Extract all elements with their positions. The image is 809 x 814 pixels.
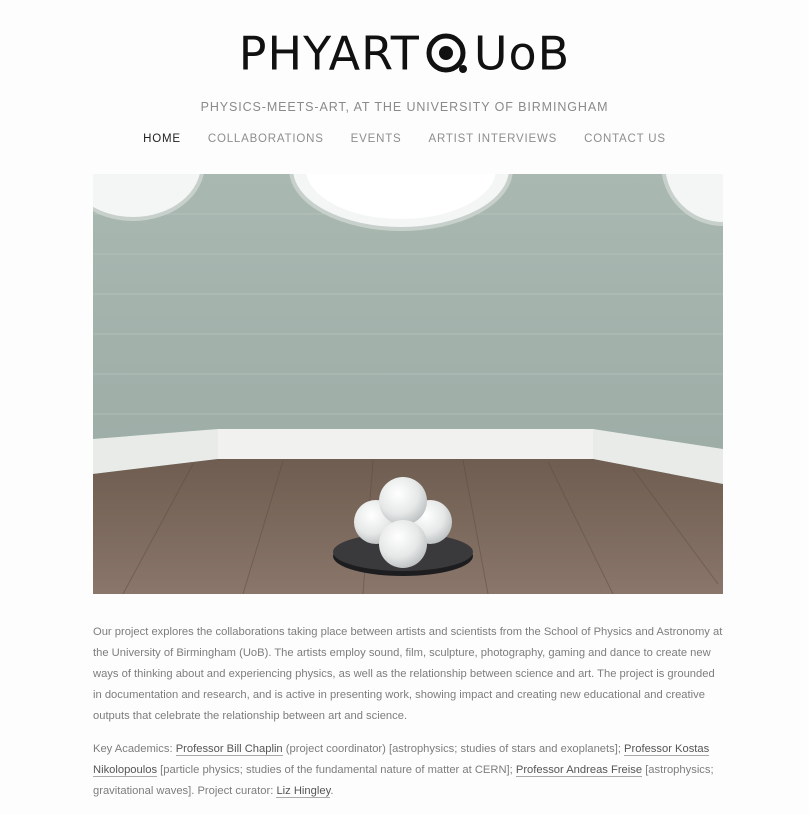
sculpture-photo-icon <box>93 174 723 594</box>
nav-home[interactable]: HOME <box>143 133 181 145</box>
link-bill-chaplin[interactable]: Professor Bill Chaplin <box>175 743 283 756</box>
academics-text-2: [particle physics; studies of the fundam… <box>157 764 516 776</box>
logo-text-left: PHYART <box>238 26 420 81</box>
academics-text-1: (project coordinator) [astrophysics; stu… <box>282 743 625 755</box>
nav-collaborations[interactable]: COLLABORATIONS <box>208 133 324 145</box>
main-nav: HOME COLLABORATIONS EVENTS ARTIST INTERV… <box>0 133 809 145</box>
nav-artist-interviews[interactable]: ARTIST INTERVIEWS <box>428 133 557 145</box>
main-content: Our project explores the collaborations … <box>93 622 723 814</box>
academics-paragraph: Key Academics: Professor Bill Chaplin (p… <box>93 739 723 802</box>
intro-paragraph: Our project explores the collaborations … <box>93 626 723 722</box>
site-tagline: PHYSICS-MEETS-ART, AT THE UNIVERSITY OF … <box>200 100 609 114</box>
nav-contact-us[interactable]: CONTACT US <box>584 133 666 145</box>
hero-image <box>93 174 723 594</box>
page: PHYART UoB PHYSICS-MEETS-ART, AT THE UNI… <box>0 0 809 809</box>
site-logo[interactable]: PHYART UoB <box>0 22 809 82</box>
orbit-logo-icon <box>422 29 472 79</box>
link-liz-hingley[interactable]: Liz Hingley <box>276 785 331 798</box>
academics-text-4: . <box>330 785 334 797</box>
academics-prefix: Key Academics: <box>93 743 176 755</box>
logo-text-right: UoB <box>473 26 571 81</box>
nav-events[interactable]: EVENTS <box>351 133 402 145</box>
link-andreas-freise[interactable]: Professor Andreas Freise <box>515 764 643 777</box>
